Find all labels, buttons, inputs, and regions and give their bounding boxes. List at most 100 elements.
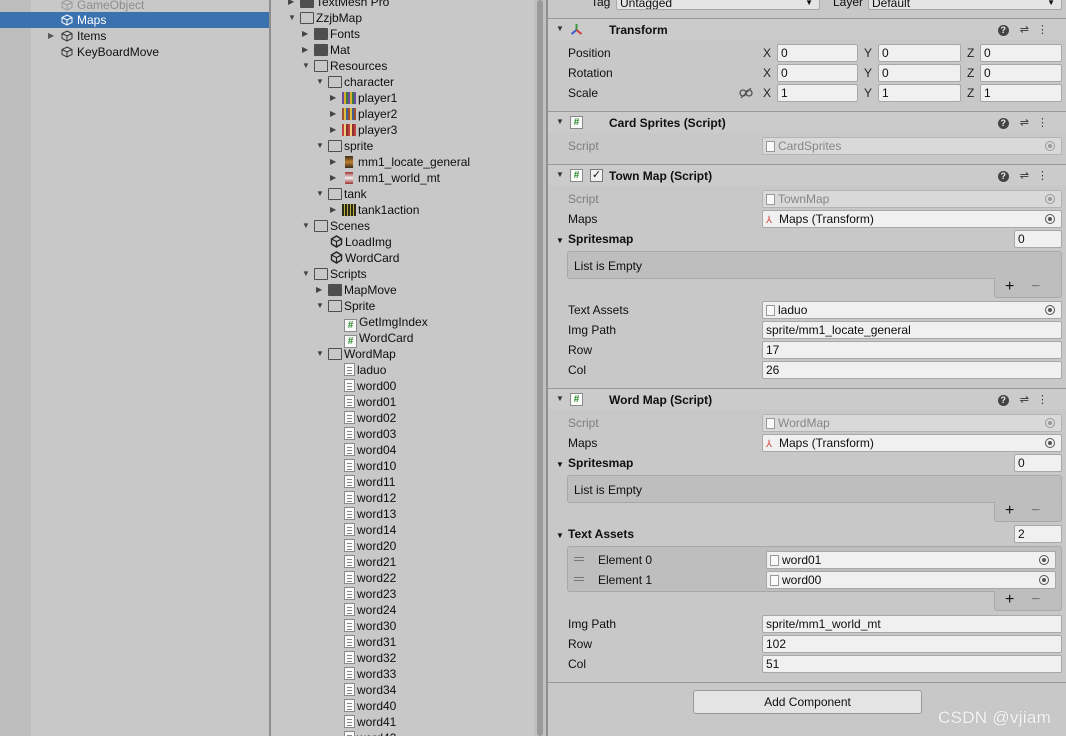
hierarchy-item-maps[interactable]: Maps <box>0 12 270 28</box>
project-item[interactable]: ▶ mm1_locate_general <box>330 154 470 170</box>
remove-element-button[interactable]: − <box>1031 278 1040 296</box>
project-item[interactable]: LoadImg <box>330 234 392 250</box>
maps-field[interactable]: ⅄ Maps (Transform) <box>762 210 1062 228</box>
project-item[interactable]: word34 <box>344 682 396 698</box>
transform-header[interactable]: ▼ Transform ? ⇌⋮ <box>548 18 1066 40</box>
position-y-field[interactable]: 0 <box>878 44 961 62</box>
position-x-field[interactable]: 0 <box>777 44 858 62</box>
row-field[interactable]: 102 <box>762 635 1062 653</box>
project-item[interactable]: word02 <box>344 410 396 426</box>
scrollbar-thumb[interactable] <box>537 0 543 736</box>
add-element-button[interactable]: + <box>1005 502 1014 520</box>
add-element-button[interactable]: + <box>1005 591 1014 609</box>
position-z-field[interactable]: 0 <box>980 44 1062 62</box>
preset-icon[interactable]: ⇌ <box>1020 169 1037 182</box>
rotation-x-field[interactable]: 0 <box>777 64 858 82</box>
project-item[interactable]: laduo <box>344 362 386 378</box>
project-item[interactable]: ▶ MapMove <box>316 282 397 298</box>
town-map-header[interactable]: ▼ # ✓ Town Map (Script) ? ⇌⋮ <box>548 164 1066 186</box>
project-item[interactable]: word12 <box>344 490 396 506</box>
expand-arrow-icon[interactable]: ▶ <box>302 42 314 58</box>
project-item[interactable]: ▼ tank <box>316 186 367 202</box>
object-picker-icon[interactable] <box>1045 305 1055 315</box>
collapse-arrow-icon[interactable]: ▼ <box>288 10 300 26</box>
project-item[interactable]: # GetImgIndex <box>344 314 428 332</box>
object-picker-icon[interactable] <box>1045 438 1055 448</box>
project-item[interactable]: word41 <box>344 714 396 730</box>
more-menu-icon[interactable]: ⋮ <box>1037 169 1056 182</box>
collapse-arrow-icon[interactable]: ▼ <box>556 527 568 545</box>
col-field[interactable]: 51 <box>762 655 1062 673</box>
axis-y-label[interactable]: Y <box>864 84 872 102</box>
collapse-arrow-icon[interactable]: ▼ <box>302 218 314 234</box>
project-item[interactable]: ▶ Fonts <box>302 26 360 42</box>
project-item[interactable]: word21 <box>344 554 396 570</box>
add-component-button[interactable]: Add Component <box>693 690 922 714</box>
project-item[interactable]: ▶ player1 <box>330 90 397 106</box>
project-item[interactable]: word22 <box>344 570 396 586</box>
help-icon[interactable]: ? <box>997 25 1009 36</box>
project-item[interactable]: ▶ player3 <box>330 122 397 138</box>
rotation-z-field[interactable]: 0 <box>980 64 1062 82</box>
project-item[interactable]: word14 <box>344 522 396 538</box>
axis-z-label[interactable]: Z <box>967 44 974 62</box>
more-menu-icon[interactable]: ⋮ <box>1037 393 1056 406</box>
expand-arrow-icon[interactable]: ▶ <box>288 0 300 10</box>
text-assets-size-field[interactable]: 2 <box>1014 525 1062 543</box>
expand-arrow-icon[interactable]: ▶ <box>330 170 342 186</box>
project-item[interactable]: word30 <box>344 618 396 634</box>
spritesmap-size-field[interactable]: 0 <box>1014 230 1062 248</box>
expand-arrow-icon[interactable]: ▶ <box>330 90 342 106</box>
enabled-checkbox[interactable]: ✓ <box>590 169 603 182</box>
collapse-arrow-icon[interactable]: ▼ <box>316 138 328 154</box>
expand-arrow-icon[interactable]: ▶ <box>330 154 342 170</box>
collapse-arrow-icon[interactable]: ▼ <box>556 394 564 403</box>
more-menu-icon[interactable]: ⋮ <box>1037 116 1056 129</box>
axis-z-label[interactable]: Z <box>967 84 974 102</box>
project-item[interactable]: ▼ Resources <box>302 58 387 74</box>
expand-arrow-icon[interactable]: ▶ <box>302 26 314 42</box>
project-item[interactable]: word13 <box>344 506 396 522</box>
axis-x-label[interactable]: X <box>763 44 771 62</box>
text-assets-foldout[interactable]: ▼ Text Assets <box>556 525 634 543</box>
project-item[interactable]: word11 <box>344 474 395 490</box>
collapse-arrow-icon[interactable]: ▼ <box>556 24 564 33</box>
element-field[interactable]: word01 <box>766 551 1056 569</box>
project-item[interactable]: word03 <box>344 426 396 442</box>
project-item[interactable]: WordCard <box>330 250 399 266</box>
spritesmap-foldout[interactable]: ▼ Spritesmap <box>556 230 633 248</box>
project-item[interactable]: ▼ WordMap <box>316 346 396 362</box>
maps-field[interactable]: ⅄ Maps (Transform) <box>762 434 1062 452</box>
collapse-arrow-icon[interactable]: ▼ <box>302 266 314 282</box>
scale-y-field[interactable]: 1 <box>878 84 961 102</box>
element-field[interactable]: word00 <box>766 571 1056 589</box>
project-item[interactable]: ▶ mm1_world_mt <box>330 170 440 186</box>
expand-arrow-icon[interactable]: ▶ <box>330 122 342 138</box>
expand-arrow-icon[interactable]: ▶ <box>316 282 328 298</box>
remove-element-button[interactable]: − <box>1031 591 1040 609</box>
text-assets-field[interactable]: laduo <box>762 301 1062 319</box>
panel-divider[interactable] <box>269 0 271 736</box>
layer-dropdown[interactable]: Default ▼ <box>868 0 1062 10</box>
project-item[interactable]: ▼ Scenes <box>302 218 370 234</box>
project-item[interactable]: word00 <box>344 378 396 394</box>
img-path-field[interactable]: sprite/mm1_locate_general <box>762 321 1062 339</box>
collapse-arrow-icon[interactable]: ▼ <box>556 117 564 126</box>
project-item[interactable]: word10 <box>344 458 396 474</box>
project-item[interactable]: ▶ tank1action <box>330 202 419 218</box>
help-icon[interactable]: ? <box>997 171 1009 182</box>
axis-x-label[interactable]: X <box>763 84 771 102</box>
collapse-arrow-icon[interactable]: ▼ <box>556 456 568 474</box>
project-item[interactable]: ▼ Scripts <box>302 266 367 282</box>
project-item[interactable]: ▶ player2 <box>330 106 397 122</box>
tag-dropdown[interactable]: Untagged ▼ <box>616 0 820 10</box>
drag-handle-icon[interactable] <box>574 557 584 558</box>
preset-icon[interactable]: ⇌ <box>1020 393 1037 406</box>
row-field[interactable]: 17 <box>762 341 1062 359</box>
more-menu-icon[interactable]: ⋮ <box>1037 23 1056 36</box>
spritesmap-size-field[interactable]: 0 <box>1014 454 1062 472</box>
collapse-arrow-icon[interactable]: ▼ <box>556 170 564 179</box>
project-item[interactable]: ▼ sprite <box>316 138 373 154</box>
project-item[interactable]: ▼ ZzjbMap <box>288 10 362 26</box>
rotation-y-field[interactable]: 0 <box>878 64 961 82</box>
